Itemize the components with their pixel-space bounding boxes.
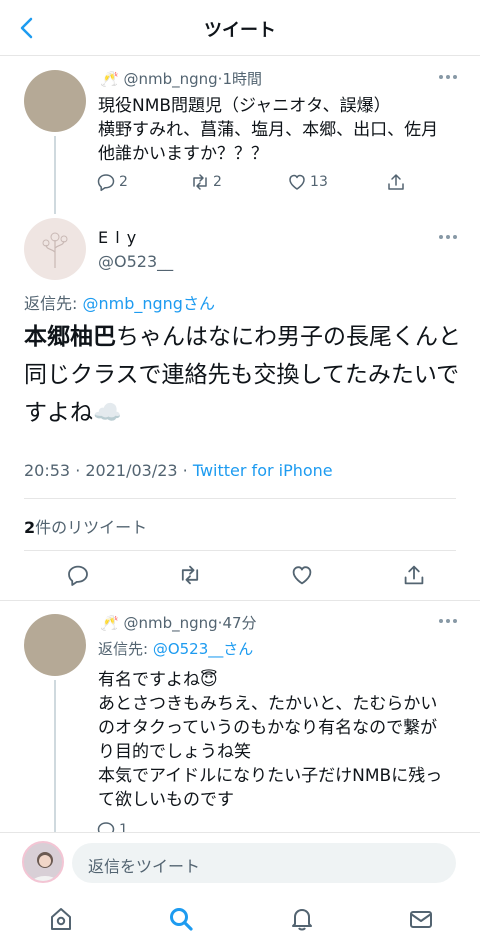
emoji: 🥂 bbox=[100, 614, 119, 632]
tweet-line: り目的でしょうね笑 bbox=[98, 742, 251, 762]
more-icon[interactable] bbox=[438, 234, 458, 240]
heart-icon[interactable] bbox=[290, 563, 314, 587]
tweet-line: あとさつきもみちえ、たかいと、たむらかい bbox=[98, 694, 438, 714]
user-handle[interactable]: @nmb_ngng bbox=[123, 614, 217, 632]
tweet-timestamp: 20:53 · 2021/03/23 · Twitter for iPhone bbox=[24, 461, 333, 480]
emoji: 🥂 bbox=[100, 70, 119, 88]
user-handle[interactable]: @nmb_ngng bbox=[123, 70, 217, 88]
reply-button[interactable]: 2 bbox=[96, 172, 190, 192]
tweet-line: のオタクっていうのもかなり有名なので繋が bbox=[98, 718, 438, 738]
reply-to: 返信先: @nmb_ngngさん bbox=[24, 290, 215, 314]
main-actions bbox=[66, 562, 426, 588]
thread-line bbox=[54, 680, 56, 832]
avatar[interactable] bbox=[24, 70, 86, 132]
messages-icon[interactable] bbox=[408, 906, 434, 932]
notifications-icon[interactable] bbox=[289, 906, 315, 932]
tweet-line: 有名ですよね😇 bbox=[98, 670, 218, 690]
header: ツイート bbox=[0, 0, 480, 56]
retweet-button[interactable]: 2 bbox=[190, 172, 287, 192]
reply-icon bbox=[97, 174, 115, 192]
user-avatar[interactable] bbox=[22, 841, 64, 883]
divider bbox=[0, 600, 480, 601]
tweet-header: 🥂 @nmb_ngng·47分 bbox=[100, 612, 257, 633]
retweet-count: 2 bbox=[213, 174, 222, 190]
timestamp: 20:53 · 2021/03/23 · bbox=[24, 461, 193, 480]
reply-to-handle[interactable]: @O523__さん bbox=[153, 640, 253, 658]
heart-icon bbox=[289, 174, 305, 190]
home-icon[interactable] bbox=[48, 906, 74, 932]
tweet-text-bold: 本郷柚巴 bbox=[24, 324, 116, 350]
like-button[interactable]: 13 bbox=[287, 172, 386, 192]
reply-to-label: 返信先: bbox=[98, 640, 153, 658]
like-count: 13 bbox=[310, 174, 328, 190]
reply-to-label: 返信先: bbox=[24, 294, 83, 313]
thread-line bbox=[54, 136, 56, 214]
divider bbox=[24, 550, 456, 551]
avatar[interactable] bbox=[24, 218, 86, 280]
retweet-icon[interactable] bbox=[178, 563, 202, 587]
tweet-line: 現役NMB問題児（ジャニオタ、誤爆） bbox=[98, 96, 391, 116]
retweet-label: 件のリツイート bbox=[35, 518, 148, 537]
tweet-line: 他誰かいますか？？？ bbox=[98, 144, 268, 164]
page-title: ツイート bbox=[204, 20, 276, 41]
avatar[interactable] bbox=[24, 614, 86, 676]
client-link[interactable]: Twitter for iPhone bbox=[193, 461, 333, 480]
main-tweet-text: 本郷柚巴ちゃんはなにわ男子の長尾くんと同じクラスで連絡先も交換してたみたいですよ… bbox=[24, 318, 464, 432]
reply-to-handle[interactable]: @nmb_ngng bbox=[82, 294, 182, 313]
flower-icon bbox=[42, 232, 68, 268]
tweet-text: 現役NMB問題児（ジャニオタ、誤爆） 横野すみれ、菖蒲、塩月、本郷、出口、佐月 … bbox=[98, 94, 468, 166]
tweet-line: て欲しいものです bbox=[98, 790, 234, 810]
tweet-line: 横野すみれ、菖蒲、塩月、本郷、出口、佐月 bbox=[98, 120, 439, 140]
more-icon[interactable] bbox=[438, 618, 458, 624]
tweet-time: ·47分 bbox=[217, 614, 257, 632]
search-icon[interactable] bbox=[168, 906, 194, 932]
tweet-header: 🥂 @nmb_ngng·1時間 bbox=[100, 68, 262, 89]
tweet-text: 有名ですよね😇 あとさつきもみちえ、たかいと、たむらかい のオタクっていうのもか… bbox=[98, 668, 468, 812]
tweet-actions: 2 2 13 bbox=[96, 172, 406, 192]
divider bbox=[24, 498, 456, 499]
reply-to-suffix: さん bbox=[182, 294, 215, 313]
more-icon[interactable] bbox=[438, 74, 458, 80]
avatar-image-icon bbox=[31, 852, 59, 881]
retweet-stats[interactable]: 2件のリツイート bbox=[24, 514, 147, 538]
share-icon bbox=[388, 174, 404, 190]
tweet-time: ·1時間 bbox=[217, 70, 262, 88]
share-button[interactable] bbox=[386, 172, 406, 192]
reply-to: 返信先: @O523__さん bbox=[98, 638, 253, 659]
retweet-icon bbox=[193, 174, 207, 190]
reply-bar: 返信をツイート bbox=[0, 832, 480, 890]
retweet-count: 2 bbox=[24, 518, 36, 537]
reply-icon[interactable] bbox=[66, 563, 90, 587]
reply-count: 2 bbox=[119, 174, 128, 190]
share-icon[interactable] bbox=[402, 563, 426, 587]
user-handle[interactable]: @O523__ bbox=[98, 252, 173, 271]
tweet-line: 本気でアイドルになりたい子だけNMBに残っ bbox=[98, 766, 443, 786]
user-name[interactable]: E l y bbox=[98, 228, 137, 247]
reply-input[interactable]: 返信をツイート bbox=[72, 843, 456, 883]
tab-bar bbox=[0, 890, 480, 940]
